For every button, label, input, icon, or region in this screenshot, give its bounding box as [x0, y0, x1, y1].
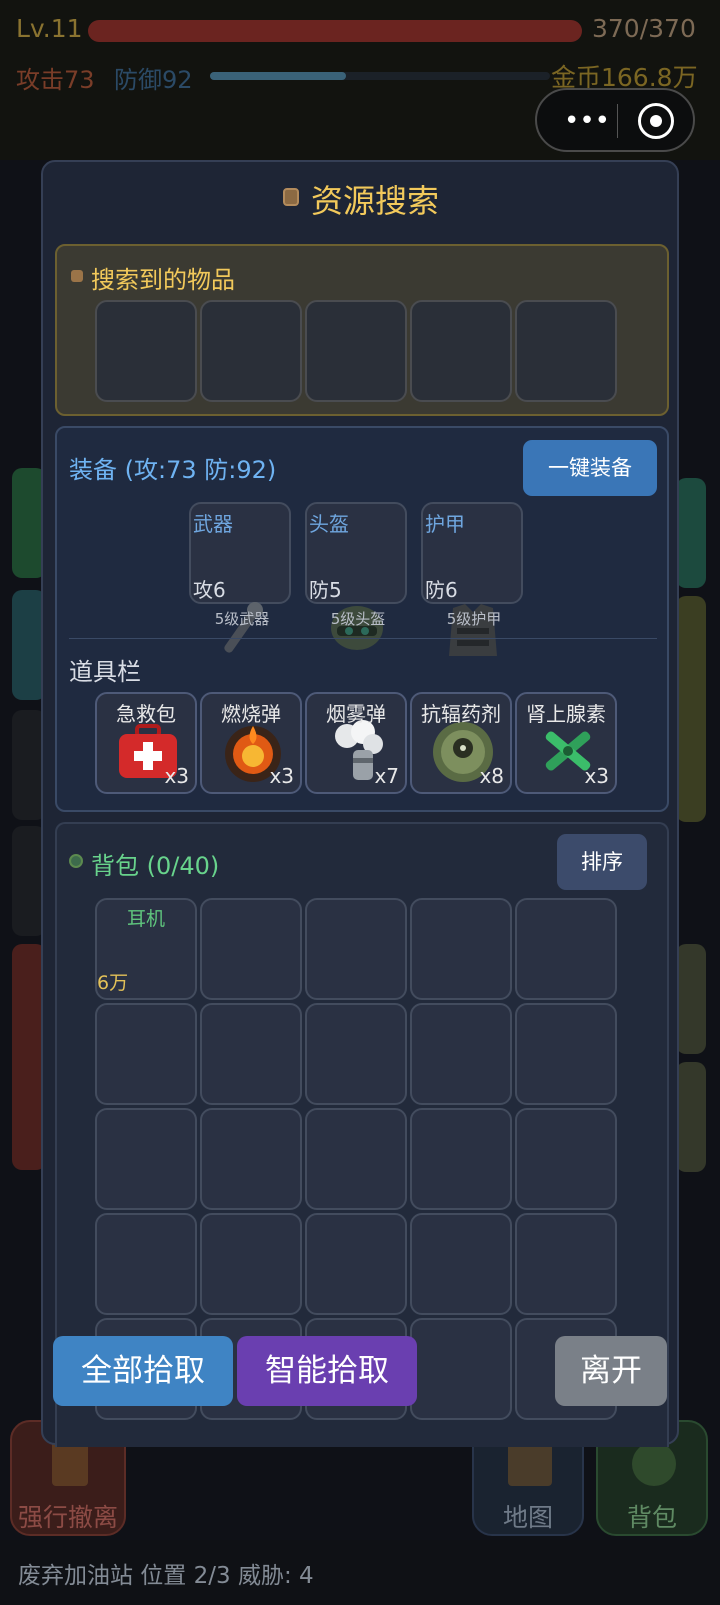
backpack-slot[interactable] [200, 1003, 302, 1105]
tool-name: 烟雾弹 [326, 702, 386, 726]
equipment-title: 装备 (攻:73 防:92) [69, 456, 277, 484]
found-slot[interactable] [200, 300, 302, 402]
backpack-slot[interactable] [515, 1213, 617, 1315]
backpack-item-value: 6万 [97, 972, 129, 994]
found-items-title: 搜索到的物品 [91, 266, 235, 294]
found-slot[interactable] [95, 300, 197, 402]
armor-slot[interactable]: 护甲 防6 5级护甲 [421, 502, 523, 656]
backpack-slot[interactable] [515, 898, 617, 1000]
found-items-section: 搜索到的物品 [55, 244, 669, 416]
helmet-slot-name: 头盔 [309, 512, 349, 536]
weapon-slot[interactable]: 武器 攻6 5级武器 [189, 502, 291, 653]
backpack-slot[interactable] [95, 1213, 197, 1315]
tool-name: 燃烧弹 [221, 702, 281, 726]
map-label: 地图 [502, 1503, 553, 1532]
backpack-slot[interactable] [515, 1003, 617, 1105]
defense-stat: 防御92 [114, 66, 193, 94]
backpack-icon [632, 1442, 676, 1486]
pick-all-button[interactable]: 全部拾取 [53, 1336, 233, 1406]
modal-header: 资源搜索 [43, 162, 677, 238]
tool-name: 急救包 [116, 702, 176, 726]
modal-action-bar: 全部拾取 智能拾取 离开 [43, 1328, 677, 1443]
location-text: 废弃加油站 位置 2/3 威胁: 4 [18, 1563, 314, 1589]
helmet-slot[interactable]: 头盔 防5 5级头盔 [305, 502, 407, 650]
found-slot[interactable] [410, 300, 512, 402]
weapon-level: 5级武器 [214, 610, 270, 628]
backpack-slot[interactable] [410, 1213, 512, 1315]
backpack-slot[interactable] [95, 1108, 197, 1210]
tool-count: x8 [479, 764, 504, 788]
helmet-level: 5级头盔 [330, 610, 386, 628]
crate-small-icon [71, 270, 83, 282]
backpack-slot[interactable] [305, 898, 407, 1000]
backpack-slot[interactable] [305, 1108, 407, 1210]
backpack-slot[interactable] [305, 1213, 407, 1315]
found-slot[interactable] [515, 300, 617, 402]
tool-name: 抗辐药剂 [421, 702, 501, 726]
backpack-slot[interactable] [410, 1003, 512, 1105]
miniprogram-capsule: ••• [535, 88, 695, 152]
exp-bar-fill [210, 72, 346, 80]
backpack-item-name: 耳机 [126, 908, 165, 930]
backpack-slot[interactable]: 耳机 6万 [95, 898, 197, 1000]
backpack-slot[interactable] [305, 1003, 407, 1105]
tool-slot-antirad[interactable]: 抗辐药剂 x8 [410, 692, 512, 794]
map-scroll-icon [508, 1442, 552, 1486]
bg-tile-right-3 [676, 944, 706, 1054]
backpack-slot[interactable] [200, 1108, 302, 1210]
crate-icon [283, 188, 299, 206]
attack-stat: 攻击73 [16, 66, 95, 94]
equipment-divider [69, 638, 657, 639]
resource-search-modal: 资源搜索 搜索到的物品 装备 (攻:73 防:92) 一键装备 武器 攻6 5级… [41, 160, 679, 1447]
close-target-icon[interactable] [638, 103, 674, 139]
backpack-title: 背包 (0/40) [91, 852, 220, 880]
bg-tile-right-2 [676, 596, 706, 822]
backpack-slot[interactable] [410, 898, 512, 1000]
capsule-divider [617, 104, 618, 138]
bg-tile-right-4 [676, 1062, 706, 1172]
weapon-slot-name: 武器 [193, 512, 233, 536]
bag-label: 背包 [626, 1503, 677, 1532]
tool-slot-smoke[interactable]: 烟雾弹 x7 [305, 692, 407, 794]
level-label: Lv.11 [16, 14, 83, 43]
bg-tile-right-1 [676, 478, 706, 588]
tool-name: 肾上腺素 [526, 702, 606, 726]
leave-button[interactable]: 离开 [555, 1336, 667, 1406]
backpack-slot[interactable] [410, 1108, 512, 1210]
backpack-slot[interactable] [95, 1003, 197, 1105]
armor-slot-name: 护甲 [425, 512, 465, 536]
tool-count: x7 [374, 764, 399, 788]
armor-level: 5级护甲 [446, 610, 502, 628]
backpack-small-icon [69, 854, 83, 868]
smart-pick-button[interactable]: 智能拾取 [237, 1336, 417, 1406]
tool-slot-adrenaline[interactable]: 肾上腺素 x3 [515, 692, 617, 794]
helmet-slot-value: 防5 [309, 578, 342, 602]
found-slot[interactable] [305, 300, 407, 402]
hp-text: 370/370 [592, 14, 696, 43]
exp-bar [210, 72, 550, 80]
backpack-slot[interactable] [200, 1213, 302, 1315]
tool-count: x3 [269, 764, 294, 788]
backpack-slot[interactable] [515, 1108, 617, 1210]
equip-all-button[interactable]: 一键装备 [523, 440, 657, 496]
toolbar-title: 道具栏 [69, 658, 141, 686]
tool-slot-first-aid[interactable]: 急救包 x3 [95, 692, 197, 794]
hp-bar [88, 20, 582, 42]
sort-button[interactable]: 排序 [557, 834, 647, 890]
modal-title: 资源搜索 [311, 182, 440, 220]
force-evac-label: 强行撤离 [17, 1503, 118, 1532]
tool-count: x3 [164, 764, 189, 788]
armor-slot-value: 防6 [425, 578, 458, 602]
tool-slot-molotov[interactable]: 燃烧弹 x3 [200, 692, 302, 794]
more-icon[interactable]: ••• [559, 106, 615, 136]
backpack-slot[interactable] [200, 898, 302, 1000]
tool-count: x3 [584, 764, 609, 788]
weapon-slot-value: 攻6 [193, 578, 226, 602]
equipment-section: 装备 (攻:73 防:92) 一键装备 武器 攻6 5级武器 头盔 防5 5级头… [55, 426, 669, 812]
